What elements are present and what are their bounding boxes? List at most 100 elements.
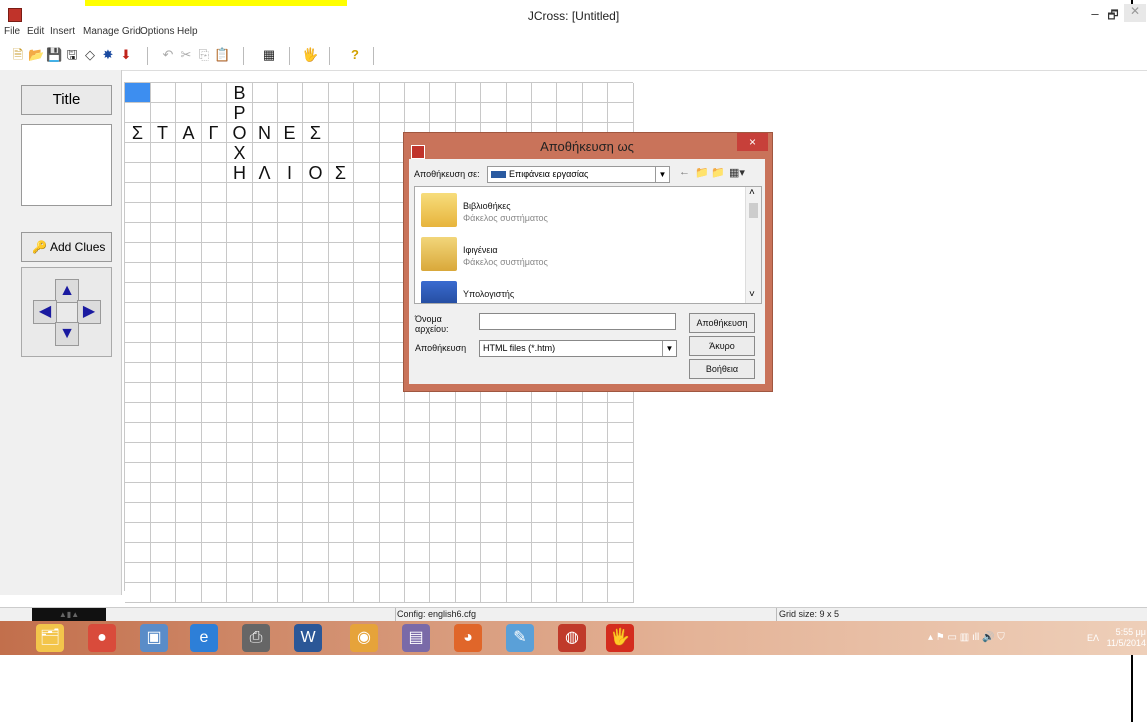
- grid-cell[interactable]: [176, 563, 202, 583]
- grid-cell[interactable]: [328, 423, 354, 443]
- grid-cell[interactable]: [201, 523, 227, 543]
- grid-cell[interactable]: [481, 503, 507, 523]
- grid-cell[interactable]: [150, 163, 176, 183]
- file-list[interactable]: Βιβλιοθήκες Φάκελος συστήματος Ιφιγένεια…: [414, 186, 762, 304]
- grid-cell[interactable]: [328, 343, 354, 363]
- grid-cell[interactable]: [277, 343, 303, 363]
- grid-cell[interactable]: [481, 403, 507, 423]
- grid-cell[interactable]: [125, 543, 151, 563]
- grid-cell[interactable]: [303, 403, 329, 423]
- app-blue-icon[interactable]: ▣: [140, 624, 168, 652]
- grid-cell[interactable]: [506, 463, 532, 483]
- grid-cell[interactable]: [455, 523, 481, 543]
- grid-cell[interactable]: [150, 343, 176, 363]
- grid-cell[interactable]: [608, 103, 634, 123]
- grid-cell[interactable]: [379, 303, 405, 323]
- save-icon[interactable]: 💾: [46, 47, 62, 63]
- grid-cell[interactable]: [176, 463, 202, 483]
- grid-cell[interactable]: [608, 403, 634, 423]
- grid-cell[interactable]: [506, 543, 532, 563]
- grid-cell[interactable]: [455, 483, 481, 503]
- grid-cell[interactable]: [150, 203, 176, 223]
- grid-cell[interactable]: [277, 363, 303, 383]
- grid-cell[interactable]: [379, 263, 405, 283]
- grid-cell[interactable]: [125, 303, 151, 323]
- internet-explorer-icon[interactable]: e: [190, 624, 218, 652]
- grid-cell[interactable]: [354, 103, 380, 123]
- grid-cell[interactable]: [354, 383, 380, 403]
- grid-cell[interactable]: [379, 203, 405, 223]
- grid-cell[interactable]: [303, 443, 329, 463]
- grid-cell[interactable]: [582, 583, 608, 603]
- grid-cell[interactable]: [227, 383, 253, 403]
- grid-cell[interactable]: [303, 323, 329, 343]
- grid-cell[interactable]: [455, 463, 481, 483]
- grid-cell[interactable]: [379, 183, 405, 203]
- grid-cell[interactable]: [328, 363, 354, 383]
- grid-cell[interactable]: [303, 243, 329, 263]
- grid-cell[interactable]: [252, 483, 278, 503]
- grid-cell[interactable]: [354, 323, 380, 343]
- menu-manage-grid[interactable]: Manage Grid: [83, 26, 141, 37]
- grid-cell[interactable]: [227, 323, 253, 343]
- grid-cell[interactable]: [277, 83, 303, 103]
- grid-cell[interactable]: [176, 383, 202, 403]
- grid-cell[interactable]: [303, 503, 329, 523]
- grid-cell[interactable]: [125, 363, 151, 383]
- grid-cell[interactable]: [328, 123, 354, 143]
- grid-cell[interactable]: [328, 223, 354, 243]
- grid-cell[interactable]: Η: [227, 163, 253, 183]
- grid-cell[interactable]: [277, 483, 303, 503]
- grid-cell[interactable]: [227, 343, 253, 363]
- grid-cell[interactable]: [328, 323, 354, 343]
- chevron-down-icon[interactable]: ▼: [662, 341, 676, 356]
- grid-cell[interactable]: [354, 503, 380, 523]
- grid-cell[interactable]: [227, 503, 253, 523]
- grid-cell[interactable]: [252, 563, 278, 583]
- grid-cell[interactable]: [582, 563, 608, 583]
- grid-cell[interactable]: [379, 103, 405, 123]
- grid-cell[interactable]: [201, 443, 227, 463]
- grid-cell[interactable]: Λ: [252, 163, 278, 183]
- grid-cell[interactable]: [303, 343, 329, 363]
- grid-cell[interactable]: [354, 163, 380, 183]
- grid-cell[interactable]: [277, 523, 303, 543]
- grid-cell[interactable]: [608, 543, 634, 563]
- grid-cell[interactable]: [430, 543, 456, 563]
- grid-cell[interactable]: [455, 443, 481, 463]
- grid-cell[interactable]: [277, 283, 303, 303]
- grid-cell[interactable]: [328, 263, 354, 283]
- grid-cell[interactable]: [277, 403, 303, 423]
- grid-cell[interactable]: [201, 343, 227, 363]
- menu-help[interactable]: Help: [177, 26, 198, 37]
- grid-cell[interactable]: [404, 583, 430, 603]
- menu-insert[interactable]: Insert: [50, 26, 75, 37]
- grid-cell[interactable]: [506, 83, 532, 103]
- grid-cell[interactable]: [379, 163, 405, 183]
- grid-cell[interactable]: [354, 403, 380, 423]
- grid-cell[interactable]: [354, 543, 380, 563]
- grid-cell[interactable]: [557, 83, 583, 103]
- grid-cell[interactable]: [125, 183, 151, 203]
- grid-cell[interactable]: [455, 403, 481, 423]
- grid-cell[interactable]: Ρ: [227, 103, 253, 123]
- grid-cell[interactable]: [227, 563, 253, 583]
- grid-cell[interactable]: [252, 423, 278, 443]
- grid-cell[interactable]: [277, 383, 303, 403]
- grid-cell[interactable]: [150, 523, 176, 543]
- grid-cell[interactable]: [252, 583, 278, 603]
- grid-cell[interactable]: [531, 103, 557, 123]
- grid-cell[interactable]: [354, 483, 380, 503]
- grid-cell[interactable]: [354, 443, 380, 463]
- grid-cell[interactable]: [150, 503, 176, 523]
- grid-cell[interactable]: [125, 283, 151, 303]
- grid-cell[interactable]: [252, 363, 278, 383]
- grid-cell[interactable]: [582, 443, 608, 463]
- paste-icon[interactable]: 📋: [214, 47, 230, 63]
- grid-cell[interactable]: [125, 263, 151, 283]
- grid-cell[interactable]: [531, 563, 557, 583]
- grid-cell[interactable]: [354, 143, 380, 163]
- grid-cell[interactable]: [176, 423, 202, 443]
- grid-cell[interactable]: Ν: [252, 123, 278, 143]
- grid-cell[interactable]: [531, 463, 557, 483]
